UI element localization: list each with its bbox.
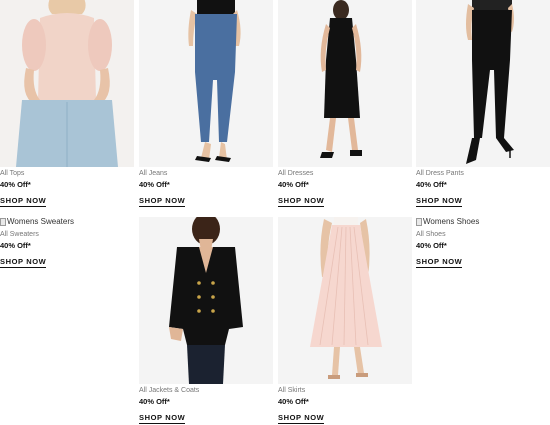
dress-pants-product-image[interactable] xyxy=(416,0,550,167)
jeans-product-image[interactable] xyxy=(139,0,273,167)
category-tile-sweaters: Womens Sweaters All Sweaters 40% Off* SH… xyxy=(0,217,134,268)
shop-now-link[interactable]: SHOP NOW xyxy=(0,196,47,207)
discount-label: 40% Off* xyxy=(278,180,309,189)
tops-product-image[interactable] xyxy=(0,0,134,167)
category-label: All Tops xyxy=(0,170,25,177)
shop-now-link[interactable]: SHOP NOW xyxy=(139,196,186,207)
dresses-product-image[interactable] xyxy=(278,0,412,167)
shop-now-link[interactable]: SHOP NOW xyxy=(278,413,325,424)
shop-now-link[interactable]: SHOP NOW xyxy=(0,257,47,268)
discount-label: 40% Off* xyxy=(416,241,447,250)
broken-image-icon xyxy=(0,218,6,226)
shoes-broken-image[interactable]: Womens Shoes xyxy=(416,217,550,227)
discount-label: 40% Off* xyxy=(0,241,31,250)
shop-now-link[interactable]: SHOP NOW xyxy=(139,413,186,424)
discount-label: 40% Off* xyxy=(139,180,170,189)
sweaters-broken-image[interactable]: Womens Sweaters xyxy=(0,217,134,227)
category-label: All Jeans xyxy=(139,170,168,177)
shop-now-link[interactable]: SHOP NOW xyxy=(416,257,463,268)
shop-now-link[interactable]: SHOP NOW xyxy=(278,196,325,207)
category-tile-shoes: Womens Shoes All Shoes 40% Off* SHOP NOW xyxy=(416,217,550,268)
product-category-grid: All Tops 40% Off* SHOP NOW All Jeans 40%… xyxy=(0,0,550,424)
discount-label: 40% Off* xyxy=(0,180,31,189)
category-label: All Skirts xyxy=(278,387,306,394)
category-label: All Sweaters xyxy=(0,231,39,238)
category-label: All Dresses xyxy=(278,170,314,177)
image-alt-text: Womens Shoes xyxy=(423,217,480,226)
broken-image-icon xyxy=(416,218,422,226)
category-label: All Shoes xyxy=(416,231,446,238)
category-label: All Dress Pants xyxy=(416,170,464,177)
shop-now-link[interactable]: SHOP NOW xyxy=(416,196,463,207)
discount-label: 40% Off* xyxy=(416,180,447,189)
category-label: All Jackets & Coats xyxy=(139,387,200,394)
discount-label: 40% Off* xyxy=(139,397,170,406)
jackets-coats-product-image[interactable] xyxy=(139,217,273,384)
discount-label: 40% Off* xyxy=(278,397,309,406)
image-alt-text: Womens Sweaters xyxy=(7,217,74,226)
skirts-product-image[interactable] xyxy=(278,217,412,384)
